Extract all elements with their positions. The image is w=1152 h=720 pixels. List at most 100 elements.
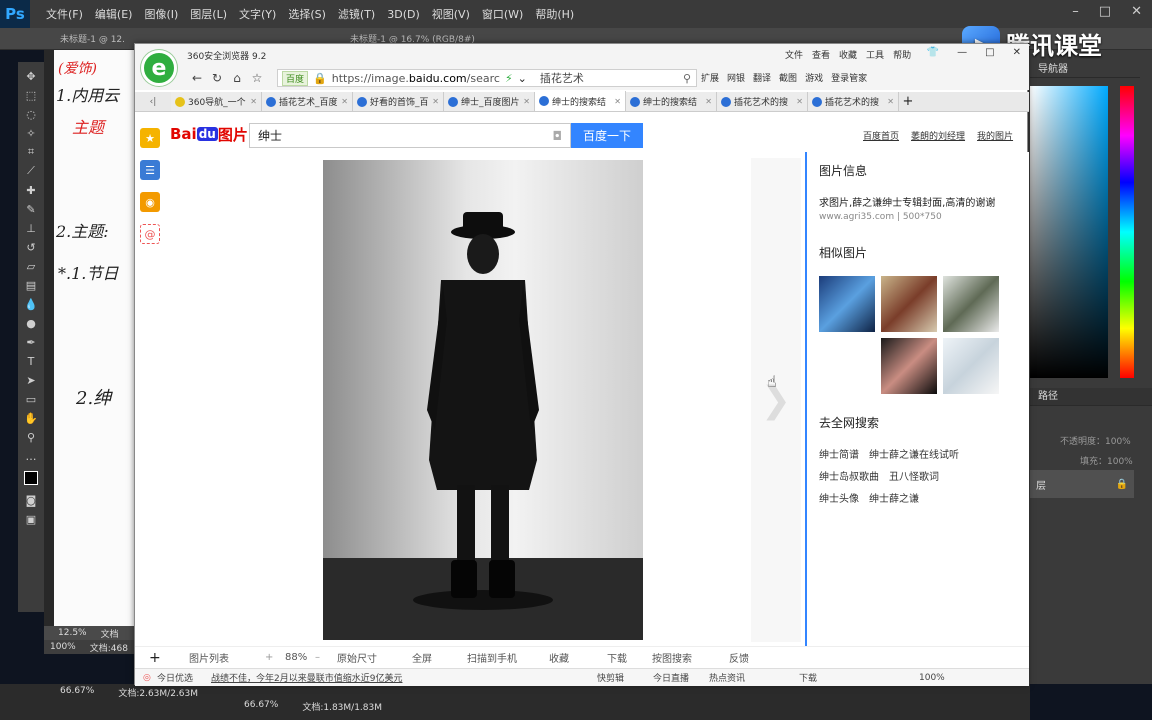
image-description[interactable]: 求图片,薛之谦绅士专辑封面,高清的谢谢 bbox=[819, 194, 995, 209]
tab[interactable]: 绅士的搜索结 ✕ bbox=[626, 92, 717, 111]
healing-brush-icon[interactable]: ✚ bbox=[21, 182, 41, 198]
tab[interactable]: 插花艺术的搜 ✕ bbox=[717, 92, 808, 111]
ps-menu-image[interactable]: 图像(I) bbox=[138, 6, 184, 22]
today-picks[interactable]: 今日优选 bbox=[157, 671, 211, 684]
similar-thumb[interactable] bbox=[943, 338, 999, 394]
ps-menu-window[interactable]: 窗口(W) bbox=[476, 6, 529, 22]
maximize-icon[interactable]: □ bbox=[1099, 4, 1111, 19]
type-tool-icon[interactable]: T bbox=[21, 353, 41, 369]
minimize-icon[interactable]: — bbox=[957, 47, 967, 58]
ps-layer-opacity[interactable]: 不透明度：100% bbox=[1060, 434, 1140, 447]
ps-doc-tab-1[interactable]: 未标题-1 @ 12. bbox=[60, 32, 125, 45]
news-ticker[interactable]: 战绩不佳，今年2月以来曼联市值缩水近9亿美元 bbox=[211, 671, 597, 684]
add-button[interactable]: + bbox=[149, 650, 189, 666]
status-download[interactable]: 下载 bbox=[799, 671, 859, 684]
ps-canvas[interactable]: (爱饰) 1.内用云 主题 2.主题: *.1.节日 2.绅 bbox=[54, 50, 136, 626]
eyedropper-icon[interactable]: ⟋ bbox=[21, 163, 41, 179]
tab[interactable]: 好看的首饰_百 ✕ bbox=[353, 92, 444, 111]
baidu-images-logo[interactable]: Bai du 图片 bbox=[170, 122, 250, 146]
more-tools-icon[interactable]: … bbox=[21, 448, 41, 464]
favorite-button[interactable]: 收藏 bbox=[549, 650, 607, 665]
image-source[interactable]: www.agri35.com | 500*750 bbox=[819, 212, 942, 222]
url-text[interactable]: https://image.baidu.com/searc bbox=[332, 72, 500, 85]
camera-icon[interactable]: ◘ bbox=[553, 129, 563, 143]
dodge-tool-icon[interactable]: ● bbox=[21, 315, 41, 331]
status-hot-news[interactable]: 热点资讯 bbox=[709, 671, 799, 684]
fullscreen-button[interactable]: 全屏 bbox=[412, 650, 467, 665]
similar-thumb[interactable] bbox=[881, 276, 937, 332]
new-tab-icon[interactable]: + bbox=[899, 92, 917, 111]
move-tool-icon[interactable]: ✥ bbox=[21, 68, 41, 84]
ps-menu-edit[interactable]: 编辑(E) bbox=[89, 6, 139, 22]
menu-tools[interactable]: 工具 bbox=[866, 48, 884, 61]
tool-extensions[interactable]: 扩展 bbox=[701, 71, 719, 84]
tab-active[interactable]: 绅士的搜索结 ✕ bbox=[535, 91, 626, 111]
refresh-icon[interactable]: ↻ bbox=[207, 71, 227, 85]
home-icon[interactable]: ⌂ bbox=[227, 71, 247, 85]
link-baidu-home[interactable]: 百度首页 bbox=[863, 129, 899, 142]
weibo-icon[interactable]: ◉ bbox=[140, 192, 160, 212]
search-by-image-button[interactable]: 按图搜索 bbox=[652, 650, 729, 665]
ps-menu-file[interactable]: 文件(F) bbox=[40, 6, 89, 22]
search-link[interactable]: 绅士薛之谦在线试听 bbox=[869, 446, 959, 461]
shape-tool-icon[interactable]: ▭ bbox=[21, 391, 41, 407]
mail-icon[interactable]: @ bbox=[140, 224, 160, 244]
search-link[interactable]: 绅士头像 bbox=[819, 490, 859, 505]
status-quick-edit[interactable]: 快剪辑 bbox=[597, 671, 653, 684]
similar-thumb[interactable] bbox=[819, 276, 875, 332]
chevron-down-icon[interactable]: ⌄ bbox=[518, 72, 527, 85]
next-image-arrow-icon[interactable]: ❯ bbox=[751, 158, 801, 642]
tab[interactable]: 插花艺术的搜 ✕ bbox=[808, 92, 899, 111]
ps-menu-view[interactable]: 视图(V) bbox=[426, 6, 476, 22]
news-list-icon[interactable]: ☰ bbox=[140, 160, 160, 180]
link-user[interactable]: 萎朗的刘经理 bbox=[911, 129, 965, 142]
magic-wand-icon[interactable]: ✧ bbox=[21, 125, 41, 141]
feedback-button[interactable]: 反馈 bbox=[729, 650, 779, 665]
zoom-in-icon[interactable]: + bbox=[265, 652, 285, 663]
ps-menu-3d[interactable]: 3D(D) bbox=[381, 8, 426, 21]
download-button[interactable]: 下载 bbox=[607, 650, 652, 665]
tab[interactable]: 插花艺术_百度 ✕ bbox=[262, 92, 353, 111]
tool-screenshot[interactable]: 截图 bbox=[779, 71, 797, 84]
menu-help[interactable]: 帮助 bbox=[893, 48, 911, 61]
original-size-button[interactable]: 原始尺寸 bbox=[337, 650, 412, 665]
address-bar[interactable]: 百度 🔒 https://image.baidu.com/searc ⚡ ⌄ 插… bbox=[277, 69, 697, 87]
ps-layer-fill[interactable]: 填充：100% bbox=[1080, 454, 1140, 467]
search-link[interactable]: 绅士简谱 bbox=[819, 446, 859, 461]
minimize-icon[interactable]: – bbox=[1072, 4, 1079, 19]
favorites-star-icon[interactable]: ★ bbox=[140, 128, 160, 148]
stamp-tool-icon[interactable]: ⊥ bbox=[21, 220, 41, 236]
back-arrow-icon[interactable]: ← bbox=[187, 71, 207, 85]
address-search-query[interactable]: 插花艺术 bbox=[540, 70, 584, 86]
ps-navigator-tab[interactable]: 导航器 bbox=[1030, 62, 1140, 78]
tool-games[interactable]: 游戏 bbox=[805, 71, 823, 84]
search-link[interactable]: 丑八怪歌词 bbox=[889, 468, 939, 483]
path-select-icon[interactable]: ➤ bbox=[21, 372, 41, 388]
ps-menu-help[interactable]: 帮助(H) bbox=[529, 6, 580, 22]
search-input[interactable]: 绅士 ◘ bbox=[249, 123, 571, 148]
status-zoom[interactable]: 100% bbox=[919, 673, 959, 683]
ps-hue-slider[interactable] bbox=[1120, 86, 1134, 378]
tab-list-icon[interactable]: ‹| bbox=[135, 92, 171, 111]
zoom-tool-icon[interactable]: ⚲ bbox=[21, 429, 41, 445]
ps-menu-filter[interactable]: 滤镜(T) bbox=[332, 6, 381, 22]
eraser-icon[interactable]: ▱ bbox=[21, 258, 41, 274]
pen-tool-icon[interactable]: ✒ bbox=[21, 334, 41, 350]
ps-paths-tab[interactable]: 路径 bbox=[1030, 388, 1152, 406]
search-button[interactable]: 百度一下 bbox=[571, 123, 643, 148]
star-icon[interactable]: ☆ bbox=[247, 71, 267, 85]
history-brush-icon[interactable]: ↺ bbox=[21, 239, 41, 255]
similar-thumb[interactable] bbox=[943, 276, 999, 332]
brush-tool-icon[interactable]: ✎ bbox=[21, 201, 41, 217]
similar-thumb[interactable] bbox=[881, 338, 937, 394]
tool-translate[interactable]: 翻译 bbox=[753, 71, 771, 84]
color-swatch-icon[interactable] bbox=[21, 467, 41, 489]
ps-menu-layer[interactable]: 图层(L) bbox=[184, 6, 233, 22]
tab[interactable]: 绅士_百度图片 ✕ bbox=[444, 92, 535, 111]
main-photo[interactable] bbox=[323, 160, 643, 640]
menu-view[interactable]: 查看 bbox=[812, 48, 830, 61]
ps-menu-select[interactable]: 选择(S) bbox=[282, 6, 332, 22]
speed-icon[interactable]: ⚡ bbox=[505, 72, 513, 85]
quick-mask-icon[interactable]: ◙ bbox=[21, 492, 41, 508]
close-icon[interactable]: ✕ bbox=[1013, 47, 1021, 58]
